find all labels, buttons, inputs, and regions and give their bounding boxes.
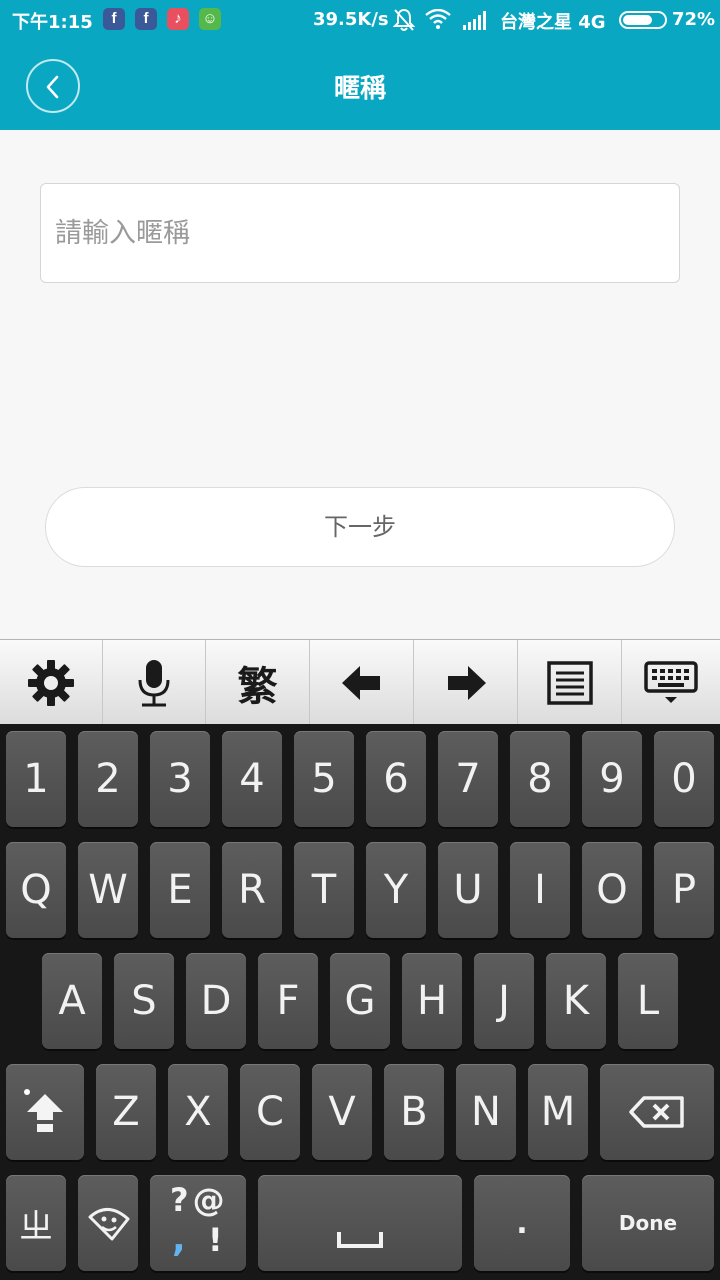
signal-icon [463,10,489,35]
shift-key[interactable] [6,1064,84,1160]
traditional-label: 繁 [237,663,278,710]
space-key[interactable] [258,1175,462,1271]
key-b[interactable]: B [384,1064,444,1160]
key-j[interactable]: J [474,953,534,1049]
traditional-chinese-toggle[interactable]: 繁 [206,640,310,725]
emoji-key[interactable] [78,1175,138,1271]
key-l[interactable]: L [618,953,678,1049]
key-s[interactable]: S [114,953,174,1049]
clipboard-button[interactable] [518,640,622,725]
key-8[interactable]: 8 [510,731,570,827]
key-5[interactable]: 5 [294,731,354,827]
next-step-button[interactable]: 下一步 [45,487,675,567]
key-g[interactable]: G [330,953,390,1049]
voice-input-button[interactable] [103,640,206,725]
shift-arrow-icon [24,1089,63,1132]
emoticon-icon [88,1208,130,1241]
key-r[interactable]: R [222,842,282,938]
network-speed: 39.5K/s [313,9,389,30]
key-v[interactable]: V [312,1064,372,1160]
keyboard-hide-icon [644,660,698,703]
symbols-top-label: ?@ [170,1181,229,1219]
key-f[interactable]: F [258,953,318,1049]
facebook-icon: f [135,8,157,30]
period-key[interactable]: . [474,1175,570,1271]
page-title: 暱稱 [333,74,386,104]
battery-percent: 72% [672,9,716,30]
keyboard-toolbar: 繁 [0,639,720,725]
keyboard-settings-button[interactable] [0,640,103,725]
key-7[interactable]: 7 [438,731,498,827]
key-6[interactable]: 6 [366,731,426,827]
mute-bell-icon [392,8,416,37]
key-3[interactable]: 3 [150,731,210,827]
key-m[interactable]: M [528,1064,588,1160]
facebook-icon: f [103,8,125,30]
key-q[interactable]: Q [6,842,66,938]
gear-icon [28,659,74,706]
symbols-key[interactable]: ?@ , ! [150,1175,246,1271]
arrow-right-icon [447,665,486,700]
key-y[interactable]: Y [366,842,426,938]
battery-level [623,15,652,25]
key-d[interactable]: D [186,953,246,1049]
carrier-label: 台灣之星 4G [500,12,606,33]
comma-label: , [172,1219,186,1260]
backspace-icon [629,1096,684,1128]
key-z[interactable]: Z [96,1064,156,1160]
app-header: 下午1:15 f f ♪ ☺ 39.5K/s 台灣之星 4G 72% 暱稱 [0,0,720,130]
microphone-icon [138,659,170,706]
key-o[interactable]: O [582,842,642,938]
key-1[interactable]: 1 [6,731,66,827]
cursor-right-button[interactable] [414,640,518,725]
exclamation-label: ! [208,1221,223,1259]
key-9[interactable]: 9 [582,731,642,827]
soft-keyboard: 1 2 3 4 5 6 7 8 9 0 Q W E R T Y U I O P … [0,724,720,1280]
battery-icon [619,11,667,29]
key-i[interactable]: I [510,842,570,938]
cursor-left-button[interactable] [310,640,414,725]
key-p[interactable]: P [654,842,714,938]
backspace-key[interactable] [600,1064,714,1160]
done-key[interactable]: Done [582,1175,714,1271]
tiktok-icon: ♪ [167,8,189,30]
wifi-icon [425,8,451,34]
space-bar-icon [337,1232,383,1248]
key-n[interactable]: N [456,1064,516,1160]
nickname-input[interactable] [40,183,680,283]
status-bar: 下午1:15 f f ♪ ☺ 39.5K/s 台灣之星 4G 72% [0,0,720,40]
key-k[interactable]: K [546,953,606,1049]
arrow-left-icon [341,665,380,700]
key-x[interactable]: X [168,1064,228,1160]
key-t[interactable]: T [294,842,354,938]
key-a[interactable]: A [42,953,102,1049]
key-0[interactable]: 0 [654,731,714,827]
key-2[interactable]: 2 [78,731,138,827]
key-w[interactable]: W [78,842,138,938]
status-time: 下午1:15 [12,12,93,33]
key-h[interactable]: H [402,953,462,1049]
app-green-icon: ☺ [199,8,221,30]
key-c[interactable]: C [240,1064,300,1160]
notes-icon [546,660,593,705]
key-u[interactable]: U [438,842,498,938]
zhuyin-key[interactable]: ㄓ [6,1175,66,1271]
key-4[interactable]: 4 [222,731,282,827]
hide-keyboard-button[interactable] [622,640,720,725]
key-e[interactable]: E [150,842,210,938]
